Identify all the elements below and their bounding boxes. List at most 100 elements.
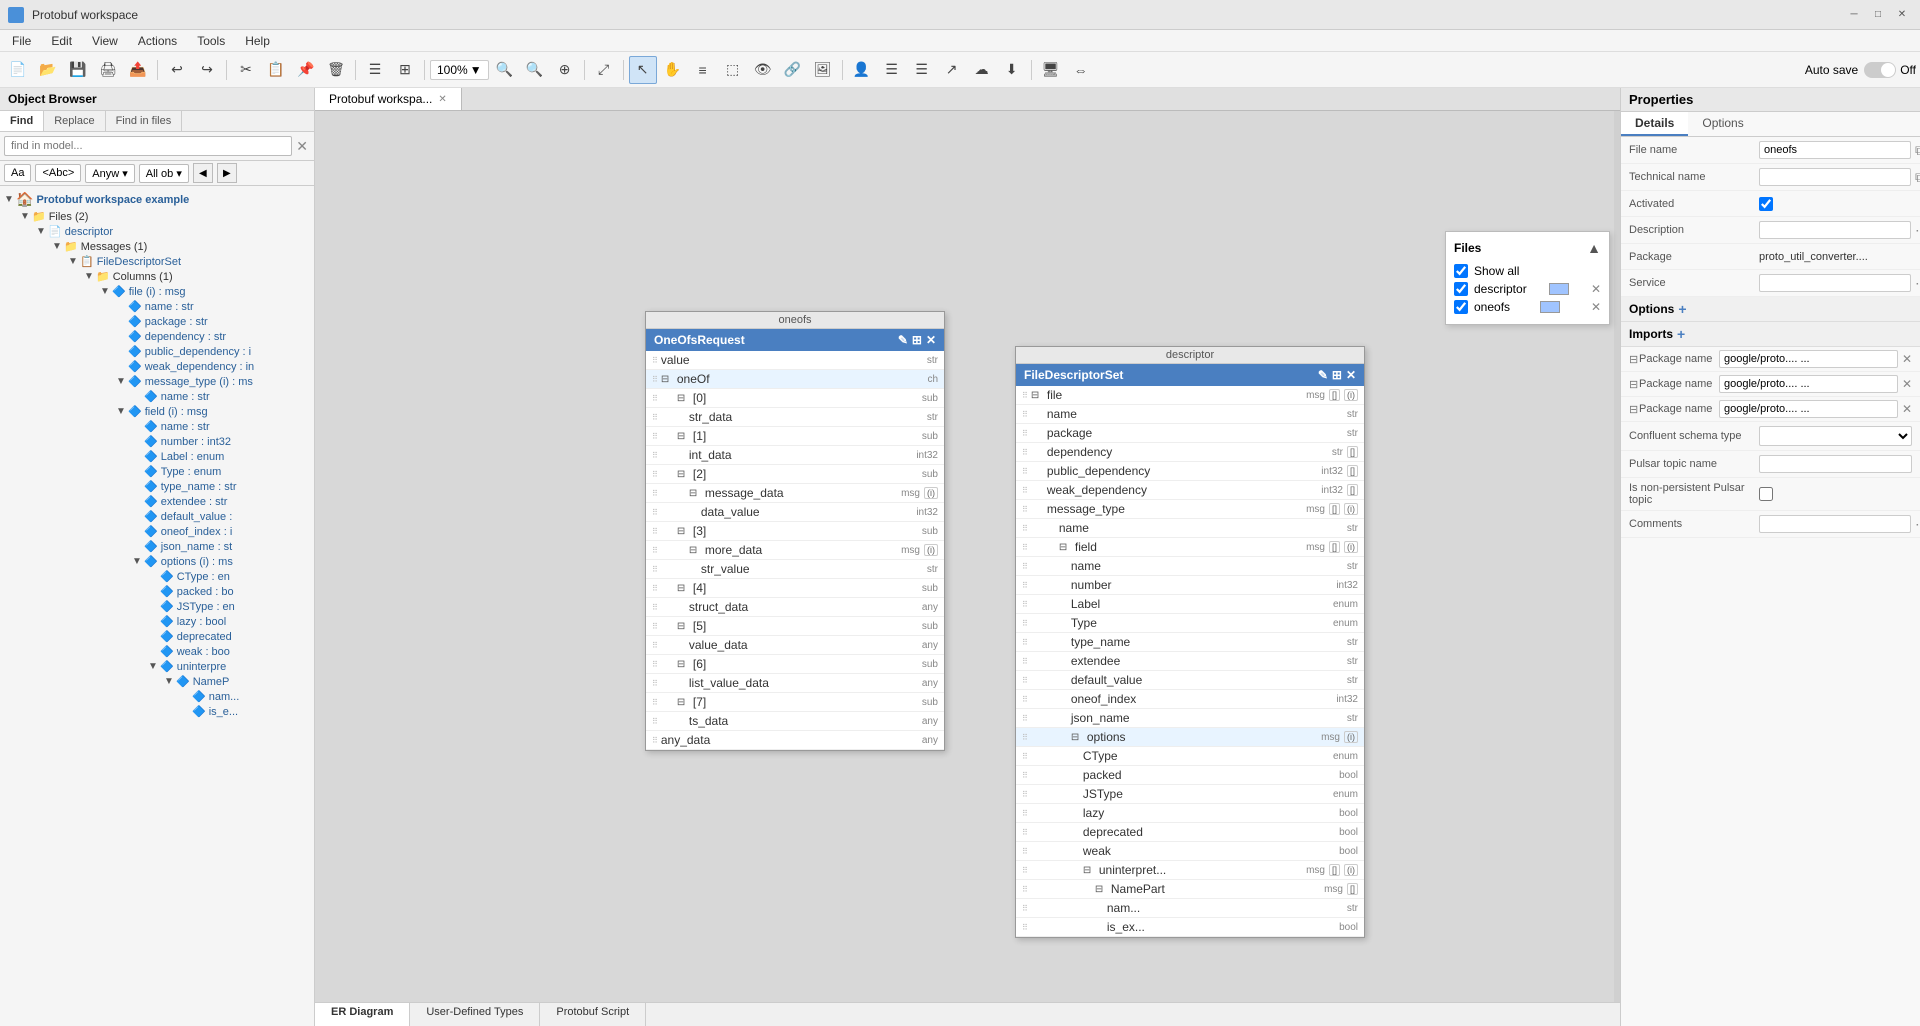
pkg-input-3[interactable] bbox=[1719, 400, 1898, 418]
tree-item-lazy[interactable]: ▶ 🔷 lazy : bool bbox=[0, 614, 314, 629]
desc-row-uninterpret[interactable]: ⠿ ⊟ uninterpret... msg [] (i) bbox=[1016, 861, 1364, 880]
tree-item-namepart[interactable]: ▼ 🔷 NameP bbox=[0, 674, 314, 689]
filename-copy-icon[interactable]: ⧉ bbox=[1915, 142, 1920, 159]
desc-row-isex[interactable]: ⠿ is_ex... bool bbox=[1016, 918, 1364, 937]
files-panel-item-descriptor[interactable]: descriptor ✕ bbox=[1454, 280, 1601, 298]
desc-row-jsonname[interactable]: ⠿ json_name str bbox=[1016, 709, 1364, 728]
descriptor-node[interactable]: descriptor FileDescriptorSet ✎ ⊞ ✕ ⠿ ⊟ f… bbox=[1015, 346, 1365, 938]
ob-tree[interactable]: ▼ 🏠 Protobuf workspace example ▼ 📁 Files… bbox=[0, 186, 314, 1026]
node-row-structdata[interactable]: ⠿ struct_data any bbox=[646, 598, 944, 617]
expand-uninterpret[interactable]: ⊟ bbox=[1083, 865, 1095, 876]
link-button[interactable]: 🔗 bbox=[779, 56, 807, 84]
node-row-anydata[interactable]: ⠿ any_data any bbox=[646, 731, 944, 750]
zoom-in-button[interactable]: 🔍 bbox=[491, 56, 519, 84]
expand-messages[interactable]: ▼ bbox=[52, 241, 64, 252]
desc-row-packed[interactable]: ⠿ packed bool bbox=[1016, 766, 1364, 785]
close-icon-desc[interactable]: ✕ bbox=[1346, 368, 1356, 382]
pkg-input-1[interactable] bbox=[1719, 350, 1898, 368]
expand-desc-file[interactable]: ⊟ bbox=[1031, 390, 1043, 401]
tree-item-name1[interactable]: ▶ 🔷 name : str bbox=[0, 299, 314, 314]
node-row-3[interactable]: ⠿ ⊟ [3] sub bbox=[646, 522, 944, 541]
expand-desc-field[interactable]: ⊟ bbox=[1059, 542, 1071, 553]
descriptor-checkbox[interactable] bbox=[1454, 282, 1468, 296]
tree-item-packed[interactable]: ▶ 🔷 packed : bo bbox=[0, 584, 314, 599]
entity-button[interactable]: ⬚ bbox=[719, 56, 747, 84]
list2-button[interactable]: ☰ bbox=[908, 56, 936, 84]
expand-descriptor[interactable]: ▼ bbox=[36, 226, 48, 237]
expand-2[interactable]: ⊟ bbox=[677, 469, 689, 480]
desc-row-file[interactable]: ⠿ ⊟ file msg [] (i) bbox=[1016, 386, 1364, 405]
desc-row-options[interactable]: ⠿ ⊟ options msg (i) bbox=[1016, 728, 1364, 747]
canvas-resize-handle[interactable] bbox=[1614, 111, 1620, 1002]
props-input-pulsar-topic[interactable] bbox=[1759, 455, 1912, 473]
pkg-close-1[interactable]: ✕ bbox=[1902, 352, 1912, 366]
expand-3[interactable]: ⊟ bbox=[677, 526, 689, 537]
node-row-tsdata[interactable]: ⠿ ts_data any bbox=[646, 712, 944, 731]
tree-item-jstype[interactable]: ▶ 🔷 JSType : en bbox=[0, 599, 314, 614]
tree-item-public-dep[interactable]: ▶ 🔷 public_dependency : i bbox=[0, 344, 314, 359]
desc-row-nam[interactable]: ⠿ nam... str bbox=[1016, 899, 1364, 918]
node-row-strdata[interactable]: ⠿ str_data str bbox=[646, 408, 944, 427]
props-tab-details[interactable]: Details bbox=[1621, 112, 1688, 136]
autosave-track[interactable] bbox=[1864, 62, 1896, 78]
expand-files[interactable]: ▼ bbox=[20, 211, 32, 222]
node-row-7[interactable]: ⠿ ⊟ [7] sub bbox=[646, 693, 944, 712]
tree-item-package[interactable]: ▶ 🔷 package : str bbox=[0, 314, 314, 329]
pkg-close-2[interactable]: ✕ bbox=[1902, 377, 1912, 391]
tree-item-default-val[interactable]: ▶ 🔷 default_value : bbox=[0, 509, 314, 524]
show-all-checkbox[interactable] bbox=[1454, 264, 1468, 278]
expand-oneof[interactable]: ⊟ bbox=[661, 374, 673, 385]
pkg-close-3[interactable]: ✕ bbox=[1902, 402, 1912, 416]
canvas-tab-close[interactable]: ✕ bbox=[438, 94, 446, 105]
view-button[interactable]: 👁 bbox=[749, 56, 777, 84]
share-button[interactable]: ↗ bbox=[938, 56, 966, 84]
node-row-valuedata[interactable]: ⠿ value_data any bbox=[646, 636, 944, 655]
tree-item-messages[interactable]: ▼ 📁 Messages (1) bbox=[0, 239, 314, 254]
node-row-moredata[interactable]: ⠿ ⊟ more_data msg (i) bbox=[646, 541, 944, 560]
descriptor-close-button[interactable]: ✕ bbox=[1591, 282, 1601, 296]
ob-tab-find-in-files[interactable]: Find in files bbox=[106, 111, 183, 131]
tree-item-type[interactable]: ▶ 🔷 Type : enum bbox=[0, 464, 314, 479]
desc-row-jstype[interactable]: ⠿ JSType enum bbox=[1016, 785, 1364, 804]
tree-item-uninterpre[interactable]: ▼ 🔷 uninterpre bbox=[0, 659, 314, 674]
cloud-down-button[interactable]: ⬇ bbox=[998, 56, 1026, 84]
node-row-dataval[interactable]: ⠿ data_value int32 bbox=[646, 503, 944, 522]
desc-row-label[interactable]: ⠿ Label enum bbox=[1016, 595, 1364, 614]
node-row-msgdata[interactable]: ⠿ ⊟ message_data msg (i) bbox=[646, 484, 944, 503]
desc-row-oneofidx[interactable]: ⠿ oneof_index int32 bbox=[1016, 690, 1364, 709]
close-icon[interactable]: ✕ bbox=[926, 333, 936, 347]
description-expand-icon[interactable]: ⋯ bbox=[1915, 222, 1920, 239]
menu-actions[interactable]: Actions bbox=[130, 32, 185, 50]
expand-pkg-3[interactable]: ⊟ bbox=[1629, 403, 1639, 416]
arrows-button[interactable]: ⇔ bbox=[1067, 56, 1095, 84]
tree-item-filedescriptorset[interactable]: ▼ 📋 FileDescriptorSet bbox=[0, 254, 314, 269]
minimize-button[interactable]: ─ bbox=[1844, 5, 1864, 25]
ob-nav-next[interactable]: ▶ bbox=[217, 163, 237, 183]
image-button[interactable]: 🖼 bbox=[809, 56, 837, 84]
node-row-intdata[interactable]: ⠿ int_data int32 bbox=[646, 446, 944, 465]
edit-icon-desc[interactable]: ✎ bbox=[1318, 368, 1328, 382]
expand-root[interactable]: ▼ bbox=[4, 194, 16, 205]
bottom-tab-er[interactable]: ER Diagram bbox=[315, 1003, 410, 1026]
layout-button[interactable]: ⊞ bbox=[391, 56, 419, 84]
comments-expand-icon[interactable]: ⋯ bbox=[1915, 516, 1920, 533]
filter-case-btn[interactable]: Aa bbox=[4, 164, 31, 182]
node-row-5[interactable]: ⠿ ⊟ [5] sub bbox=[646, 617, 944, 636]
desc-row-extendee[interactable]: ⠿ extendee str bbox=[1016, 652, 1364, 671]
tree-item-oneof-idx[interactable]: ▶ 🔷 oneof_index : i bbox=[0, 524, 314, 539]
expand-fds[interactable]: ▼ bbox=[68, 256, 80, 267]
desc-row-field[interactable]: ⠿ ⊟ field msg [] (i) bbox=[1016, 538, 1364, 557]
tree-item-ctype[interactable]: ▶ 🔷 CType : en bbox=[0, 569, 314, 584]
save-button[interactable]: 💾 bbox=[64, 56, 92, 84]
expand-namepart-desc[interactable]: ⊟ bbox=[1095, 884, 1107, 895]
node-row-listvaluedata[interactable]: ⠿ list_value_data any bbox=[646, 674, 944, 693]
tree-item-nam[interactable]: ▶ 🔷 nam... bbox=[0, 689, 314, 704]
files-panel-collapse-button[interactable]: ▲ bbox=[1587, 240, 1601, 256]
open-button[interactable]: 📂 bbox=[34, 56, 62, 84]
props-input-service[interactable] bbox=[1759, 274, 1911, 292]
expand-columns[interactable]: ▼ bbox=[84, 271, 96, 282]
tree-item-weak[interactable]: ▶ 🔷 weak : boo bbox=[0, 644, 314, 659]
tree-item-typename[interactable]: ▶ 🔷 type_name : str bbox=[0, 479, 314, 494]
imports-add-button[interactable]: + bbox=[1677, 326, 1685, 342]
expand-field[interactable]: ▼ bbox=[116, 406, 128, 417]
